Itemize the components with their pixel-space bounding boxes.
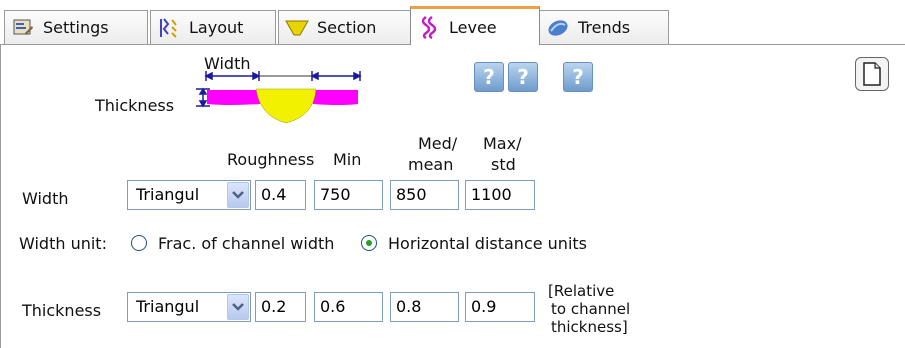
width-min-input[interactable]: 750	[314, 180, 383, 210]
width-unit-label: Width unit:	[19, 234, 107, 253]
width-distribution-value: Triangul	[136, 185, 200, 204]
notes-button[interactable]	[855, 57, 889, 91]
width-max-input[interactable]: 1100	[465, 180, 535, 210]
radio-horizontal-distance-units-label[interactable]: Horizontal distance units	[388, 234, 587, 253]
help-button-2[interactable]: ?	[508, 62, 538, 92]
tab-settings[interactable]: Settings	[4, 10, 148, 44]
column-header-roughness: Roughness	[227, 150, 315, 169]
width-row-label: Width	[22, 189, 69, 208]
right-levee-shape	[313, 90, 358, 105]
tab-levee[interactable]: Levee	[410, 6, 540, 45]
chevron-down-icon[interactable]	[227, 294, 249, 320]
column-header-max-line1: Max/	[483, 134, 522, 153]
thickness-distribution-value: Triangul	[136, 297, 200, 316]
settings-icon	[11, 16, 35, 40]
trends-icon	[546, 16, 570, 40]
channel-shape	[255, 88, 317, 124]
thickness-min-input[interactable]: 0.6	[314, 292, 383, 322]
thickness-roughness-input[interactable]: 0.2	[255, 292, 306, 322]
tab-levee-label: Levee	[449, 17, 497, 37]
tab-settings-label: Settings	[43, 18, 109, 37]
width-med-input[interactable]: 850	[390, 180, 459, 210]
thickness-row-label: Thickness	[22, 301, 102, 320]
tab-trends-label: Trends	[578, 18, 631, 37]
help-button-3[interactable]: ?	[563, 62, 593, 92]
thickness-max-input[interactable]: 0.9	[465, 292, 535, 322]
width-roughness-input[interactable]: 0.4	[255, 180, 306, 210]
width-distribution-select[interactable]: Triangul	[127, 180, 251, 210]
thickness-note-line3: thickness]	[551, 318, 628, 336]
thickness-med-input[interactable]: 0.8	[390, 292, 459, 322]
chevron-down-icon[interactable]	[227, 182, 249, 208]
column-header-max-line2: std	[491, 155, 516, 174]
diagram-thickness-label: Thickness	[95, 96, 175, 115]
tab-section-label: Section	[317, 18, 377, 37]
tab-layout-label: Layout	[189, 18, 244, 37]
column-header-med-line2: mean	[408, 155, 454, 174]
left-levee-shape	[207, 90, 260, 105]
radio-frac-channel-width[interactable]	[131, 235, 147, 251]
tab-layout[interactable]: Layout	[150, 10, 276, 44]
column-header-min: Min	[333, 150, 362, 169]
thickness-note-line1: [Relative	[548, 282, 615, 300]
layout-icon	[157, 16, 181, 40]
radio-horizontal-distance-units[interactable]	[361, 235, 377, 251]
help-button-1[interactable]: ?	[474, 62, 504, 92]
tab-bar: Settings Layout Section Levee Trends	[0, 0, 905, 45]
levee-icon	[417, 15, 441, 39]
column-header-med-line1: Med/	[418, 134, 458, 153]
tab-trends[interactable]: Trends	[539, 10, 669, 44]
thickness-note-line2: to channel	[551, 300, 631, 318]
radio-frac-channel-width-label[interactable]: Frac. of channel width	[158, 234, 334, 253]
width-dimension-arrows	[204, 71, 362, 81]
section-icon	[285, 16, 309, 40]
thickness-distribution-select[interactable]: Triangul	[127, 292, 251, 322]
tab-section[interactable]: Section	[278, 10, 411, 44]
levee-diagram	[196, 71, 362, 124]
page-icon	[863, 62, 881, 86]
